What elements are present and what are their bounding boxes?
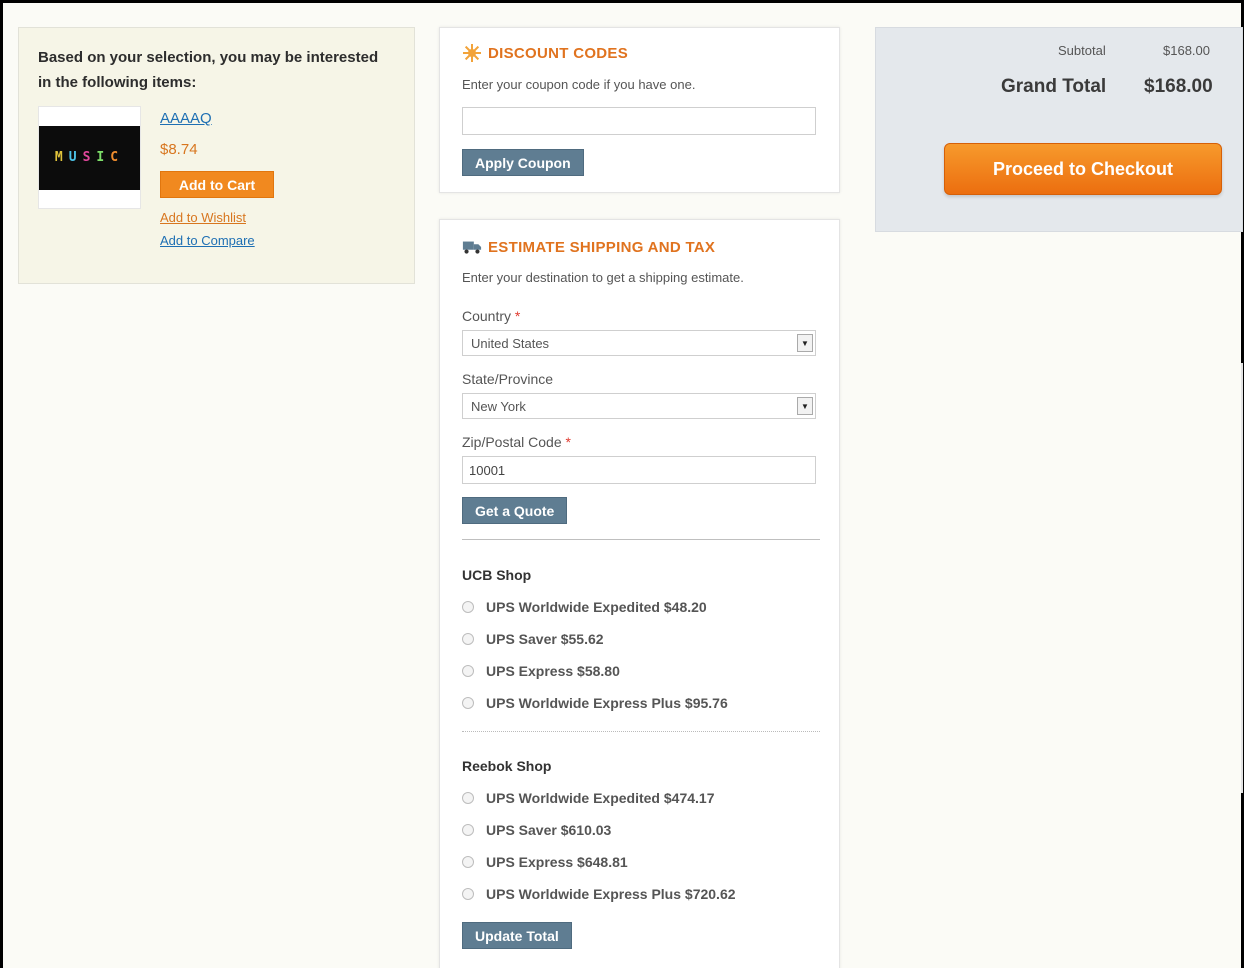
shipping-rate-label: UPS Express $58.80 bbox=[486, 663, 620, 679]
grand-total-label: Grand Total bbox=[1001, 76, 1107, 97]
update-total-button[interactable]: Update Total bbox=[462, 922, 572, 949]
shipping-rate-label: UPS Worldwide Expedited $48.20 bbox=[486, 599, 707, 615]
country-select-value: United States bbox=[471, 335, 550, 351]
subtotal-value: $168.00 bbox=[1163, 43, 1210, 58]
shipping-description: Enter your destination to get a shipping… bbox=[462, 270, 744, 285]
crosssell-block: Based on your selection, you may be inte… bbox=[18, 27, 415, 284]
required-mark: * bbox=[514, 308, 521, 324]
required-mark: * bbox=[565, 434, 571, 450]
estimate-shipping-panel: ESTIMATE SHIPPING AND TAX Enter your des… bbox=[439, 219, 840, 968]
shipping-rate-option[interactable]: UPS Worldwide Express Plus $95.76 bbox=[462, 695, 728, 711]
radio-button[interactable] bbox=[462, 888, 474, 900]
shipping-rate-label: UPS Saver $55.62 bbox=[486, 631, 604, 647]
radio-button[interactable] bbox=[462, 665, 474, 677]
grand-total-value: $168.00 bbox=[1144, 76, 1213, 97]
shipping-rate-option[interactable]: UPS Express $58.80 bbox=[462, 663, 620, 679]
radio-button[interactable] bbox=[462, 601, 474, 613]
truck-icon bbox=[462, 237, 482, 257]
proceed-to-checkout-button[interactable]: Proceed to Checkout bbox=[944, 143, 1222, 195]
state-select[interactable]: New York ▼ bbox=[462, 393, 816, 419]
add-to-cart-button[interactable]: Add to Cart bbox=[160, 171, 274, 198]
state-label: State/Province bbox=[462, 371, 553, 387]
shipping-rate-option[interactable]: UPS Saver $610.03 bbox=[462, 822, 611, 838]
add-to-wishlist-link[interactable]: Add to Wishlist bbox=[160, 210, 246, 225]
subtotal-label: Subtotal bbox=[1058, 43, 1106, 58]
crosssell-title: Based on your selection, you may be inte… bbox=[38, 49, 379, 91]
shipping-rate-label: UPS Worldwide Express Plus $95.76 bbox=[486, 695, 728, 711]
product-image-letter: S bbox=[82, 150, 97, 165]
product-image-art: MUSIC bbox=[39, 125, 140, 190]
coupon-code-input[interactable] bbox=[462, 107, 816, 135]
zip-label: Zip/Postal Code * bbox=[462, 434, 571, 450]
radio-button[interactable] bbox=[462, 856, 474, 868]
shipping-title-text: ESTIMATE SHIPPING AND TAX bbox=[488, 238, 716, 256]
radio-button[interactable] bbox=[462, 633, 474, 645]
radio-button[interactable] bbox=[462, 824, 474, 836]
product-image-letter: C bbox=[110, 150, 125, 165]
shipping-rate-label: UPS Worldwide Express Plus $720.62 bbox=[486, 886, 736, 902]
country-label: Country * bbox=[462, 308, 520, 324]
zip-label-text: Zip/Postal Code bbox=[462, 434, 562, 450]
discount-codes-panel: DISCOUNT CODES Enter your coupon code if… bbox=[439, 27, 840, 193]
shipping-rate-label: UPS Saver $610.03 bbox=[486, 822, 612, 838]
shipping-rate-label: UPS Worldwide Expedited $474.17 bbox=[486, 790, 715, 806]
product-image-letter: M bbox=[54, 150, 69, 165]
chevron-down-icon[interactable]: ▼ bbox=[797, 397, 813, 415]
shipping-rate-option[interactable]: UPS Express $648.81 bbox=[462, 854, 628, 870]
divider bbox=[462, 731, 820, 732]
radio-button[interactable] bbox=[462, 697, 474, 709]
apply-coupon-button[interactable]: Apply Coupon bbox=[462, 149, 584, 176]
product-price: $8.74 bbox=[160, 141, 198, 158]
product-image[interactable]: MUSIC bbox=[38, 106, 141, 209]
country-label-text: Country bbox=[462, 308, 512, 324]
shipping-rate-label: UPS Express $648.81 bbox=[486, 854, 628, 870]
product-name-link[interactable]: AAAAQ bbox=[160, 110, 212, 127]
shipping-rate-option[interactable]: UPS Worldwide Expedited $48.20 bbox=[462, 599, 707, 615]
chevron-down-icon[interactable]: ▼ bbox=[797, 334, 813, 352]
discount-star-icon bbox=[462, 43, 482, 63]
discount-title: DISCOUNT CODES bbox=[462, 43, 628, 63]
discount-description: Enter your coupon code if you have one. bbox=[462, 77, 696, 92]
shipping-rate-option[interactable]: UPS Worldwide Expedited $474.17 bbox=[462, 790, 714, 806]
get-quote-button[interactable]: Get a Quote bbox=[462, 497, 568, 524]
scrollbar-track[interactable] bbox=[1241, 363, 1243, 793]
carrier-title: Reebok Shop bbox=[462, 758, 552, 774]
shipping-rate-option[interactable]: UPS Worldwide Express Plus $720.62 bbox=[462, 886, 736, 902]
product-image-letter: I bbox=[96, 150, 111, 165]
divider bbox=[462, 539, 820, 540]
radio-button[interactable] bbox=[462, 792, 474, 804]
page-frame: Based on your selection, you may be inte… bbox=[0, 0, 1244, 968]
discount-title-text: DISCOUNT CODES bbox=[488, 44, 629, 62]
zip-input[interactable]: 10001 bbox=[462, 456, 816, 484]
shipping-rate-option[interactable]: UPS Saver $55.62 bbox=[462, 631, 604, 647]
carrier-title: UCB Shop bbox=[462, 567, 532, 583]
shipping-title: ESTIMATE SHIPPING AND TAX bbox=[462, 237, 715, 257]
state-label-text: State/Province bbox=[462, 371, 554, 387]
state-select-value: New York bbox=[471, 398, 526, 414]
country-select[interactable]: United States ▼ bbox=[462, 330, 816, 356]
add-to-compare-link[interactable]: Add to Compare bbox=[160, 233, 255, 248]
cart-totals-panel: Subtotal $168.00 Grand Total $168.00 Pro… bbox=[875, 27, 1243, 232]
product-image-letter: U bbox=[68, 150, 83, 165]
